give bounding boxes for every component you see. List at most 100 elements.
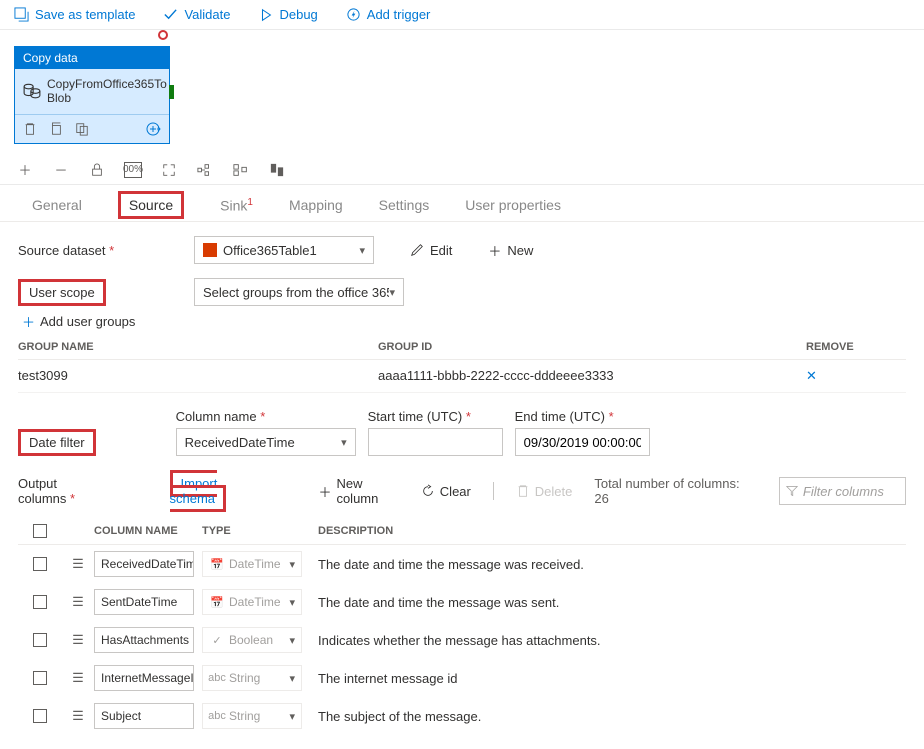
column-description: Indicates whether the message has attach… <box>318 633 906 648</box>
remove-group-button[interactable]: ✕ <box>806 368 817 383</box>
output-columns-label: Output columns * <box>18 476 108 506</box>
tab-mapping[interactable]: Mapping <box>271 189 361 222</box>
tab-general[interactable]: General <box>14 189 100 222</box>
type-icon: abc <box>209 710 225 722</box>
plus-icon: ＋ <box>318 482 331 501</box>
validate-button[interactable]: Validate <box>163 7 230 22</box>
end-time-input[interactable] <box>515 428 650 456</box>
save-as-template-button[interactable]: Save as template <box>14 7 135 22</box>
tab-sink[interactable]: Sink1 <box>202 189 271 222</box>
clear-columns-button[interactable]: Clear <box>421 484 471 499</box>
drag-handle-icon[interactable]: ☰ <box>62 594 94 610</box>
play-icon <box>258 7 273 22</box>
filter-icon <box>786 485 798 497</box>
new-column-button[interactable]: ＋New column <box>318 476 398 506</box>
row-checkbox[interactable] <box>33 633 47 647</box>
drag-handle-icon[interactable]: ☰ <box>62 556 94 572</box>
activity-type-label: Copy data <box>15 47 169 69</box>
copy-icon[interactable] <box>75 122 89 136</box>
start-time-input[interactable] <box>368 428 503 456</box>
fullscreen-icon[interactable] <box>160 162 178 178</box>
chevron-down-icon: ▾ <box>389 286 395 299</box>
type-icon: 📅 <box>209 558 225 571</box>
column-name-input[interactable]: Subject <box>94 703 194 729</box>
lightning-icon <box>346 7 361 22</box>
activity-tabs: General Source Sink1 Mapping Settings Us… <box>0 185 924 223</box>
columns-table-header: Column name Type Description <box>18 518 906 545</box>
pipeline-canvas[interactable]: Copy data CopyFromOffice365To Blob <box>0 30 924 152</box>
column-row: ☰ Subject abcString▾ The subject of the … <box>18 697 906 735</box>
row-checkbox[interactable] <box>33 709 47 723</box>
tab-settings[interactable]: Settings <box>361 189 448 222</box>
date-filter-column-dropdown[interactable]: ReceivedDateTime▾ <box>176 428 356 456</box>
edit-dataset-button[interactable]: Edit <box>410 243 452 258</box>
chevron-down-icon: ▾ <box>289 710 295 723</box>
plus-icon: ＋ <box>488 241 501 260</box>
clone-icon[interactable] <box>49 122 63 136</box>
zoom-out-icon[interactable]: － <box>52 162 70 178</box>
row-checkbox[interactable] <box>33 671 47 685</box>
zoom-fit-icon[interactable]: 00% <box>124 162 142 178</box>
column-row: ☰ HasAttachments ✓Boolean▾ Indicates whe… <box>18 621 906 659</box>
group-name-cell: test3099 <box>18 368 378 384</box>
source-dataset-dropdown[interactable]: Office365Table1▾ <box>194 236 374 264</box>
column-type-dropdown[interactable]: 📅DateTime▾ <box>202 589 302 615</box>
copy-data-activity[interactable]: Copy data CopyFromOffice365To Blob <box>14 46 170 144</box>
row-checkbox[interactable] <box>33 557 47 571</box>
total-columns-label: Total number of columns: 26 <box>594 476 741 506</box>
add-trigger-button[interactable]: Add trigger <box>346 7 431 22</box>
column-description: The internet message id <box>318 671 906 686</box>
activity-connector-success[interactable] <box>169 85 174 99</box>
chevron-down-icon: ▾ <box>289 672 295 685</box>
trash-icon <box>516 484 530 498</box>
column-name-input[interactable]: InternetMessageI <box>94 665 194 691</box>
column-row: ☰ SentDateTime 📅DateTime▾ The date and t… <box>18 583 906 621</box>
office365-icon <box>203 243 217 257</box>
column-name-input[interactable]: SentDateTime <box>94 589 194 615</box>
date-filter-label: Date filter <box>18 435 96 450</box>
column-type-dropdown[interactable]: ✓Boolean▾ <box>202 627 302 653</box>
chevron-down-icon: ▾ <box>289 634 295 647</box>
user-scope-dropdown[interactable]: Select groups from the office 365 ten...… <box>194 278 404 306</box>
tab-user-properties[interactable]: User properties <box>447 189 579 222</box>
column-type-dropdown[interactable]: abcString▾ <box>202 665 302 691</box>
zoom-in-icon[interactable]: ＋ <box>16 162 34 178</box>
column-name-input[interactable]: ReceivedDateTim <box>94 551 194 577</box>
plus-icon: ＋ <box>22 312 35 331</box>
drag-handle-icon[interactable]: ☰ <box>62 670 94 686</box>
tab-source[interactable]: Source <box>100 189 202 222</box>
validation-error-indicator[interactable] <box>158 30 168 40</box>
debug-label: Debug <box>279 7 317 22</box>
add-user-groups-button[interactable]: ＋Add user groups <box>22 312 906 331</box>
row-checkbox[interactable] <box>33 595 47 609</box>
add-output-icon[interactable] <box>145 121 161 137</box>
drag-handle-icon[interactable]: ☰ <box>62 632 94 648</box>
column-name-input[interactable]: HasAttachments <box>94 627 194 653</box>
column-name-label: Column name * <box>176 409 356 424</box>
lock-icon[interactable] <box>88 162 106 178</box>
type-icon: ✓ <box>209 634 225 647</box>
check-icon <box>163 7 178 22</box>
select-all-checkbox[interactable] <box>33 524 47 538</box>
arrange-icon[interactable] <box>268 162 286 178</box>
chevron-down-icon: ▾ <box>289 558 295 571</box>
activity-actions <box>15 114 169 143</box>
add-trigger-label: Add trigger <box>367 7 431 22</box>
activity-name: CopyFromOffice365To Blob <box>47 77 167 106</box>
group-id-cell: aaaa1111-bbbb-2222-cccc-dddeeee3333 <box>378 368 806 384</box>
toggle-icon[interactable] <box>232 162 250 178</box>
debug-button[interactable]: Debug <box>258 7 317 22</box>
user-group-row: test3099 aaaa1111-bbbb-2222-cccc-dddeeee… <box>18 360 906 393</box>
autolayout-icon[interactable] <box>196 162 214 178</box>
column-type-dropdown[interactable]: abcString▾ <box>202 703 302 729</box>
type-icon: 📅 <box>209 596 225 609</box>
filter-columns-input[interactable]: Filter columns <box>779 477 906 505</box>
import-schema-button[interactable]: Import schema <box>170 476 267 506</box>
drag-handle-icon[interactable]: ☰ <box>62 708 94 724</box>
delete-icon[interactable] <box>23 122 37 136</box>
chevron-down-icon: ▾ <box>289 596 295 609</box>
source-dataset-label: Source dataset * <box>18 243 178 258</box>
new-dataset-button[interactable]: ＋New <box>488 241 533 260</box>
copy-activity-icon <box>23 82 41 100</box>
column-type-dropdown[interactable]: 📅DateTime▾ <box>202 551 302 577</box>
